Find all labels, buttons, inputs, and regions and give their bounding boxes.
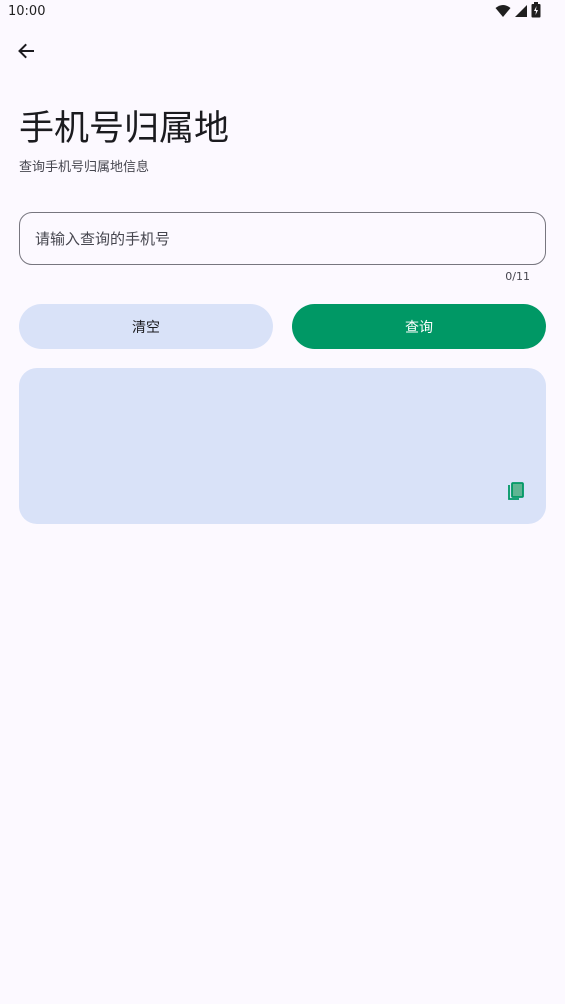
- query-button[interactable]: 查询: [292, 304, 546, 349]
- clear-button[interactable]: 清空: [19, 304, 273, 349]
- phone-input-field: [19, 212, 546, 265]
- phone-number-input[interactable]: [20, 213, 545, 264]
- page-subtitle: 查询手机号归属地信息: [19, 160, 150, 175]
- page-title: 手机号归属地: [19, 109, 230, 149]
- back-button[interactable]: [10, 37, 42, 69]
- status-time: 10:00: [8, 4, 46, 19]
- wifi-icon: [495, 3, 511, 22]
- char-counter: 0/11: [505, 270, 530, 283]
- status-icons: [495, 2, 541, 22]
- signal-icon: [514, 3, 528, 22]
- arrow-back-icon: [16, 41, 36, 65]
- copy-icon: [507, 482, 525, 506]
- result-card: [19, 368, 546, 524]
- battery-icon: [531, 2, 541, 22]
- copy-button[interactable]: [502, 480, 530, 508]
- status-bar: 10:00: [0, 0, 565, 24]
- phone-location-screen: 10:00 手机号归属地 查询手机号归属地信息 请输入查询的手机号 0/11 清…: [0, 0, 565, 1004]
